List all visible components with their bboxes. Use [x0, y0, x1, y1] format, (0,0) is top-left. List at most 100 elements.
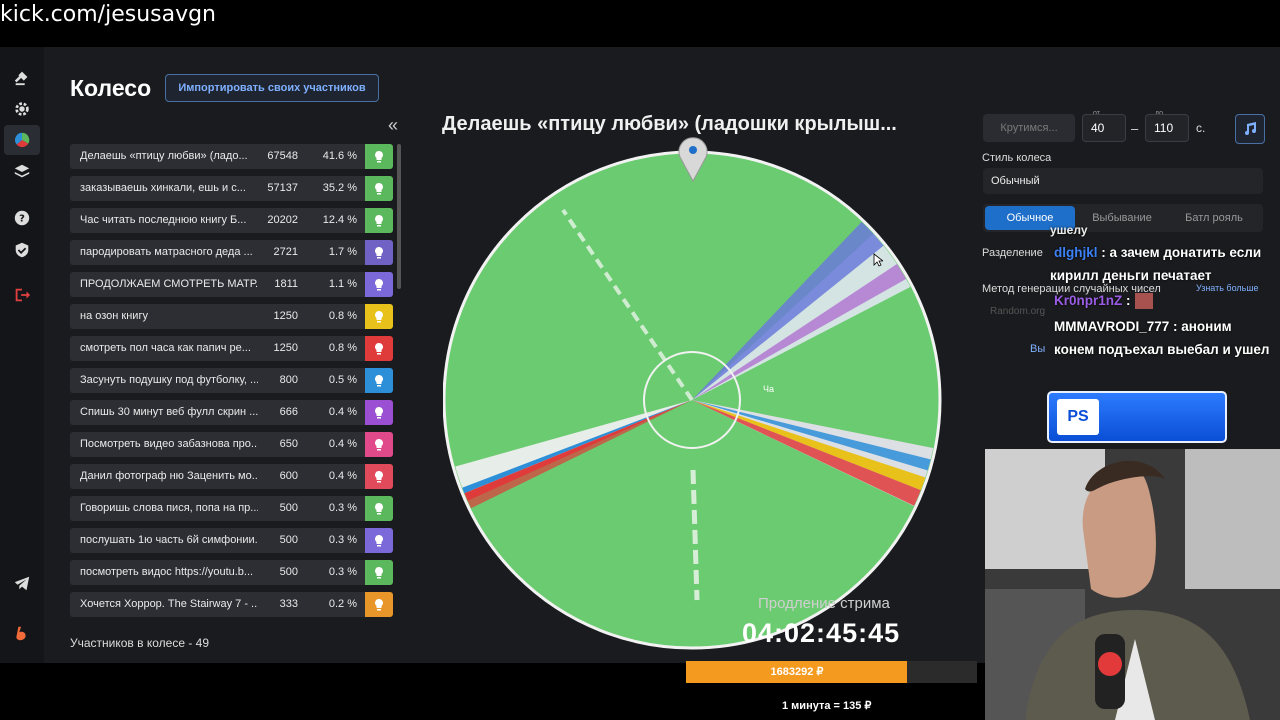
participant-color-button[interactable] [365, 592, 393, 617]
participant-percent: 35.2 % [322, 182, 357, 194]
participant-color-button[interactable] [365, 368, 393, 393]
participant-row[interactable]: Говоришь слова пися, попа на пр... 500 0.3… [70, 496, 393, 521]
donation-rate: 1 минута = 135 ₽ [782, 700, 872, 712]
participant-row[interactable]: Засунуть подушку под футболку, ... 800 0.5… [70, 368, 393, 393]
music-button[interactable] [1235, 114, 1265, 144]
donation-progress-bar: 1683292 ₽ [686, 661, 977, 683]
chat-line: dlghjkl : а зачем донатить если [1054, 245, 1261, 260]
participant-color-button[interactable] [365, 336, 393, 361]
lightbulb-icon [375, 278, 383, 290]
participant-percent: 0.3 % [328, 502, 357, 514]
to-seconds-input[interactable]: 110 [1145, 114, 1189, 142]
participant-name: Засунуть подушку под футболку, ... [80, 374, 258, 386]
rng-method-select[interactable]: Random.org [990, 306, 1045, 317]
chat-line: кирилл деньги печатает [1050, 268, 1212, 283]
wheel-winner-title: Делаешь «птицу любви» (ладошки крылыш... [442, 113, 897, 135]
participant-percent: 1.1 % [328, 278, 357, 290]
help-icon[interactable]: ? [12, 208, 32, 228]
participant-color-button[interactable] [365, 400, 393, 425]
wheel-style-label: Стиль колеса [982, 152, 1052, 164]
wheel-style-select[interactable]: Обычный [983, 168, 1263, 194]
participant-row[interactable]: заказываешь хинкали, ешь и с... 57137 35.2… [70, 176, 393, 201]
mode-battle-royale-tab[interactable]: Батл рояль [1169, 204, 1259, 232]
participant-row[interactable]: на озон книгу 1250 0.8 % [70, 304, 393, 329]
participant-color-button[interactable] [365, 304, 393, 329]
participant-color-button[interactable] [365, 464, 393, 489]
participant-row[interactable]: Спишь 30 минут веб фулл скрин ... 666 0.4 … [70, 400, 393, 425]
participant-row[interactable]: Данил фотограф ню Заценить мо... 600 0.4 % [70, 464, 393, 489]
participant-percent: 0.4 % [328, 470, 357, 482]
participant-amount: 600 [279, 470, 298, 482]
seconds-unit: с. [1196, 121, 1206, 135]
participant-row[interactable]: Делаешь «птицу любви» (ладо... 67548 41.6 … [70, 144, 393, 169]
participant-color-button[interactable] [365, 432, 393, 457]
chat-line: MMMAVRODI_777 : аноним [1054, 319, 1232, 334]
participant-row[interactable]: послушать 1ю часть 6й симфонии... 500 0.3 … [70, 528, 393, 553]
side-rail: ? [0, 47, 44, 663]
participant-name: послушать 1ю часть 6й симфонии... [80, 534, 258, 546]
participant-percent: 0.8 % [328, 310, 357, 322]
from-seconds-input[interactable]: 40 [1082, 114, 1126, 142]
participant-amount: 2721 [273, 246, 298, 258]
chat-message: : [1122, 293, 1131, 308]
participants-list: Делаешь «птицу любви» (ладо... 67548 41.6 … [70, 144, 393, 628]
participant-amount: 500 [279, 502, 298, 514]
lightbulb-icon [375, 438, 383, 450]
gear-icon[interactable] [12, 99, 32, 119]
chat-username: dlghjkl [1054, 245, 1098, 260]
extra-link[interactable]: Вы [1030, 343, 1045, 355]
participant-row[interactable]: Посмотреть видео забазнова про... 650 0.4 … [70, 432, 393, 457]
mode-elimination-tab[interactable]: Выбывание [1077, 204, 1167, 232]
boosty-icon[interactable] [12, 623, 32, 643]
url-bar[interactable]: kick.com/jesusavgn [0, 2, 216, 27]
wheel-nav-icon[interactable] [4, 125, 40, 155]
lightbulb-icon [375, 374, 383, 386]
list-scrollbar[interactable] [397, 144, 401, 289]
stream-extension-label: Продление стрима [758, 595, 890, 612]
lightbulb-icon [375, 214, 383, 226]
participant-name: на озон книгу [80, 310, 148, 322]
participant-amount: 500 [279, 566, 298, 578]
page-title: Колесо [70, 75, 152, 101]
mouse-cursor-icon [873, 253, 883, 267]
participant-color-button[interactable] [365, 208, 393, 233]
shield-icon[interactable] [12, 240, 32, 260]
participant-name: Час читать последнюю книгу Б... [80, 214, 247, 226]
participant-color-button[interactable] [365, 560, 393, 585]
gavel-icon[interactable] [12, 67, 32, 87]
layers-icon[interactable] [12, 162, 32, 182]
lightbulb-icon [375, 310, 383, 322]
participant-name: Спишь 30 минут веб фулл скрин ... [80, 406, 258, 418]
participant-color-button[interactable] [365, 272, 393, 297]
participant-amount: 20202 [267, 214, 298, 226]
participant-color-button[interactable] [365, 496, 393, 521]
participant-name: посмотреть видос https://youtu.b... [80, 566, 254, 578]
learn-more-link[interactable]: Узнать больше [1196, 283, 1259, 293]
spin-button[interactable]: Крутимся... [983, 114, 1075, 142]
participant-row[interactable]: смотреть пол часа как папич ре... 1250 0.8… [70, 336, 393, 361]
participant-percent: 0.3 % [328, 566, 357, 578]
logout-icon[interactable] [12, 285, 32, 305]
participant-color-button[interactable] [365, 176, 393, 201]
participant-percent: 0.4 % [328, 438, 357, 450]
telegram-icon[interactable] [12, 573, 32, 593]
participant-row[interactable]: пародировать матрасного деда ... 2721 1.7 … [70, 240, 393, 265]
participant-color-button[interactable] [365, 240, 393, 265]
participant-row[interactable]: Хочется Хоррор. The Stairway 7 - ... 333 0… [70, 592, 393, 617]
participant-name: Посмотреть видео забазнова про... [80, 438, 258, 450]
import-participants-button[interactable]: Импортировать своих участников [165, 74, 379, 102]
participant-amount: 800 [279, 374, 298, 386]
donation-total: 1683292 ₽ [770, 666, 824, 678]
participant-row[interactable]: Час читать последнюю книгу Б... 20202 12.4… [70, 208, 393, 233]
participant-amount: 1811 [274, 278, 298, 290]
participant-amount: 1250 [273, 310, 298, 322]
participant-row[interactable]: посмотреть видос https://youtu.b... 500 0.… [70, 560, 393, 585]
collapse-panel-button[interactable]: « [388, 115, 398, 136]
participant-row[interactable]: ПРОДОЛЖАЕМ СМОТРЕТЬ МАТР... 1811 1.1 % [70, 272, 393, 297]
participant-color-button[interactable] [365, 528, 393, 553]
lightbulb-icon [375, 406, 383, 418]
participant-name: заказываешь хинкали, ешь и с... [80, 182, 246, 194]
spin-wheel[interactable]: Ча [443, 150, 943, 650]
participant-color-button[interactable] [365, 144, 393, 169]
lightbulb-icon [375, 502, 383, 514]
